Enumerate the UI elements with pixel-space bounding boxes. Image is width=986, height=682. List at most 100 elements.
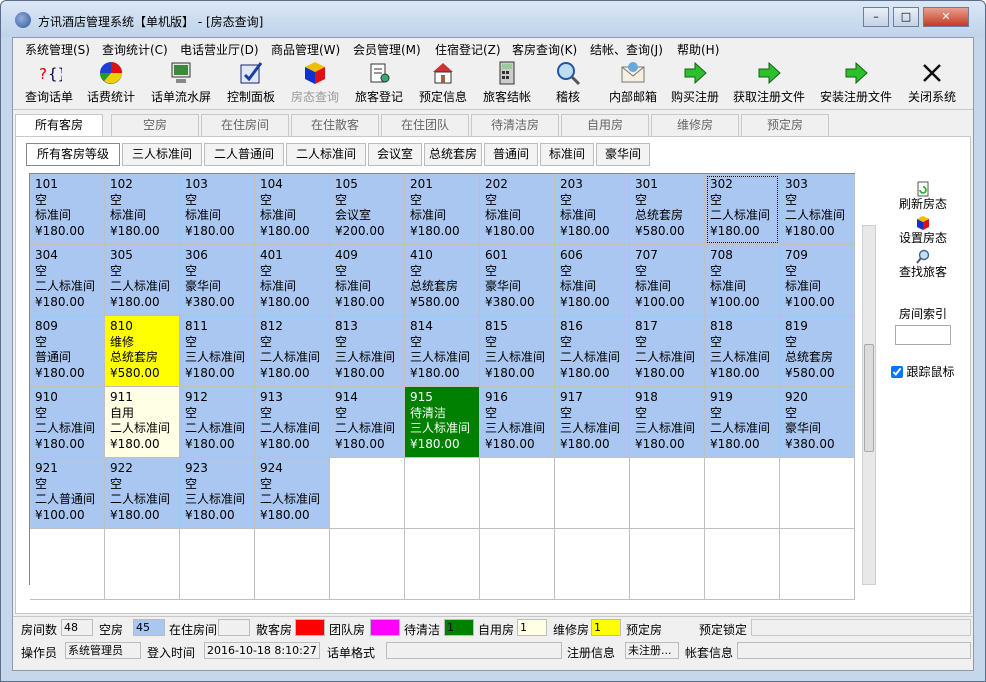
room-cell-911[interactable]: 911 自用 二人标准间 ¥180.00 [105,387,180,458]
tab-dirty-rooms[interactable]: 待清洁房 [471,114,559,136]
menu-goods[interactable]: 商品管理(W) [271,41,340,58]
room-cell-913[interactable]: 913 空二人标准间 ¥180.00 [255,387,330,458]
install-register-file-button[interactable]: 安装注册文件 [816,60,896,105]
room-cell-201[interactable]: 201 空标准间 ¥180.00 [405,174,480,245]
room-cell-708[interactable]: 708 空标准间 ¥100.00 [705,245,780,316]
tab-triple-standard[interactable]: 三人标准间 [122,143,202,166]
room-cell-809[interactable]: 809 空普通间 ¥180.00 [30,316,105,387]
room-cell-817[interactable]: 817 空二人标准间 ¥180.00 [630,316,705,387]
room-cell-104[interactable]: 104 空标准间 ¥180.00 [255,174,330,245]
set-status-button[interactable]: 设置房态 [878,215,968,245]
room-cell-707[interactable]: 707 空标准间 ¥100.00 [630,245,705,316]
tab-repair[interactable]: 维修房 [651,114,739,136]
tab-standard-room[interactable]: 标准间 [540,143,594,166]
room-cell-302[interactable]: 302 空二人标准间 ¥180.00 [705,174,780,245]
tab-ordinary-room[interactable]: 普通间 [484,143,538,166]
room-cell-601[interactable]: 601 空豪华间 ¥380.00 [480,245,555,316]
tab-presidential-suite[interactable]: 总统套房 [424,143,482,166]
room-cell-409[interactable]: 409 空标准间 ¥180.00 [330,245,405,316]
get-register-file-button[interactable]: 获取注册文件 [729,60,809,105]
room-cell-916[interactable]: 916 空三人标准间 ¥180.00 [480,387,555,458]
minimize-button[interactable]: – [863,7,889,27]
tab-self-use[interactable]: 自用房 [561,114,649,136]
room-cell-814[interactable]: 814 空三人标准间 ¥180.00 [405,316,480,387]
close-system-button[interactable]: 关闭系统 [904,60,960,105]
menu-room-query[interactable]: 客房查询(K) [512,41,577,58]
tab-group-guests[interactable]: 在住团队 [381,114,469,136]
menu-query-stats[interactable]: 查询统计(C) [102,41,168,58]
room-cell-816[interactable]: 816 空二人标准间 ¥180.00 [555,316,630,387]
query-calls-button[interactable]: ?{} 查询话单 [23,60,75,105]
tab-walkin-guests[interactable]: 在住散客 [291,114,379,136]
find-guest-button[interactable]: 查找旅客 [878,249,968,279]
buy-register-button[interactable]: 购买注册 [667,60,723,105]
room-index-input[interactable] [895,325,951,345]
room-cell-606[interactable]: 606 空标准间 ¥180.00 [555,245,630,316]
menu-checkout[interactable]: 结帐、查询(J) [590,41,663,58]
room-cell-105[interactable]: 105 空会议室 ¥200.00 [330,174,405,245]
tab-occupied-rooms[interactable]: 在住房间 [201,114,289,136]
room-cell-920[interactable]: 920 空豪华间 ¥380.00 [780,387,855,458]
close-window-button[interactable]: ✕ [923,7,969,27]
room-cell-922[interactable]: 922 空二人标准间 ¥180.00 [105,458,180,529]
room-cell-303[interactable]: 303 空二人标准间 ¥180.00 [780,174,855,245]
menu-phone-hall[interactable]: 电话营业厅(D) [180,41,259,58]
menu-help[interactable]: 帮助(H) [677,41,719,58]
menu-system[interactable]: 系统管理(S) [25,41,90,58]
guest-checkout-button[interactable]: 旅客结帐 [479,60,535,105]
room-cell-919[interactable]: 919 空二人标准间 ¥180.00 [705,387,780,458]
room-cell-811[interactable]: 811 空三人标准间 ¥180.00 [180,316,255,387]
room-cell-203[interactable]: 203 空标准间 ¥180.00 [555,174,630,245]
room-cell-812[interactable]: 812 空二人标准间 ¥180.00 [255,316,330,387]
room-cell-410[interactable]: 410 空总统套房 ¥580.00 [405,245,480,316]
room-cell-924[interactable]: 924 空二人标准间 ¥180.00 [255,458,330,529]
room-cell-815[interactable]: 815 空三人标准间 ¥180.00 [480,316,555,387]
audit-button[interactable]: 稽核 [551,60,585,105]
tab-meeting-room[interactable]: 会议室 [368,143,422,166]
call-fee-stats-button[interactable]: 话费统计 [83,60,139,105]
room-cell-917[interactable]: 917 空三人标准间 ¥180.00 [555,387,630,458]
room-cell-810[interactable]: 810 维修 总统套房 ¥580.00 [105,316,180,387]
control-panel-button[interactable]: 控制面板 [223,60,279,105]
tab-double-ordinary[interactable]: 二人普通间 [204,143,284,166]
tab-double-standard[interactable]: 二人标准间 [286,143,366,166]
menu-checkin[interactable]: 住宿登记(Z) [435,41,501,58]
room-status-query-button[interactable]: 房态查询 [287,60,343,105]
tab-all-rooms[interactable]: 所有客房 [15,114,103,137]
room-cell-305[interactable]: 305 空二人标准间 ¥180.00 [105,245,180,316]
room-cell-819[interactable]: 819 空总统套房 ¥580.00 [780,316,855,387]
tab-reserved[interactable]: 预定房 [741,114,829,136]
guest-register-button[interactable]: 旅客登记 [351,60,407,105]
room-cell-304[interactable]: 304 空二人标准间 ¥180.00 [30,245,105,316]
tab-all-room-types[interactable]: 所有客房等级 [26,143,120,166]
scrollbar-thumb[interactable] [864,344,874,452]
room-cell-306[interactable]: 306 空豪华间 ¥380.00 [180,245,255,316]
room-cell-921[interactable]: 921 空二人普通间 ¥100.00 [30,458,105,529]
booking-info-button[interactable]: 预定信息 [415,60,471,105]
room-cell-401[interactable]: 401 空标准间 ¥180.00 [255,245,330,316]
maximize-button[interactable]: □ [893,7,919,27]
room-cell-813[interactable]: 813 空三人标准间 ¥180.00 [330,316,405,387]
room-cell-101[interactable]: 101 空标准间 ¥180.00 [30,174,105,245]
menu-members[interactable]: 会员管理(M) [353,41,421,58]
room-cell-910[interactable]: 910 空二人标准间 ¥180.00 [30,387,105,458]
internal-mail-button[interactable]: 内部邮箱 [605,60,661,105]
tab-deluxe-room[interactable]: 豪华间 [596,143,650,166]
room-cell-709[interactable]: 709 空标准间 ¥100.00 [780,245,855,316]
vertical-scrollbar[interactable] [862,225,876,585]
room-cell-301[interactable]: 301 空总统套房 ¥580.00 [630,174,705,245]
room-cell-102[interactable]: 102 空标准间 ¥180.00 [105,174,180,245]
track-mouse-checkbox[interactable]: 跟踪鼠标 [891,363,955,380]
refresh-status-button[interactable]: 刷新房态 [878,181,968,211]
track-mouse-check[interactable] [891,365,904,378]
room-cell-914[interactable]: 914 空二人标准间 ¥180.00 [330,387,405,458]
room-cell-912[interactable]: 912 空二人标准间 ¥180.00 [180,387,255,458]
call-log-screen-button[interactable]: 话单流水屏 [147,60,215,105]
room-cell-923[interactable]: 923 空三人标准间 ¥180.00 [180,458,255,529]
room-cell-915[interactable]: 915 待清洁 三人标准间 ¥180.00 [405,387,480,458]
room-cell-202[interactable]: 202 空标准间 ¥180.00 [480,174,555,245]
room-cell-918[interactable]: 918 空三人标准间 ¥180.00 [630,387,705,458]
tab-vacant[interactable]: 空房 [111,114,199,136]
room-cell-103[interactable]: 103 空标准间 ¥180.00 [180,174,255,245]
room-cell-818[interactable]: 818 空三人标准间 ¥180.00 [705,316,780,387]
